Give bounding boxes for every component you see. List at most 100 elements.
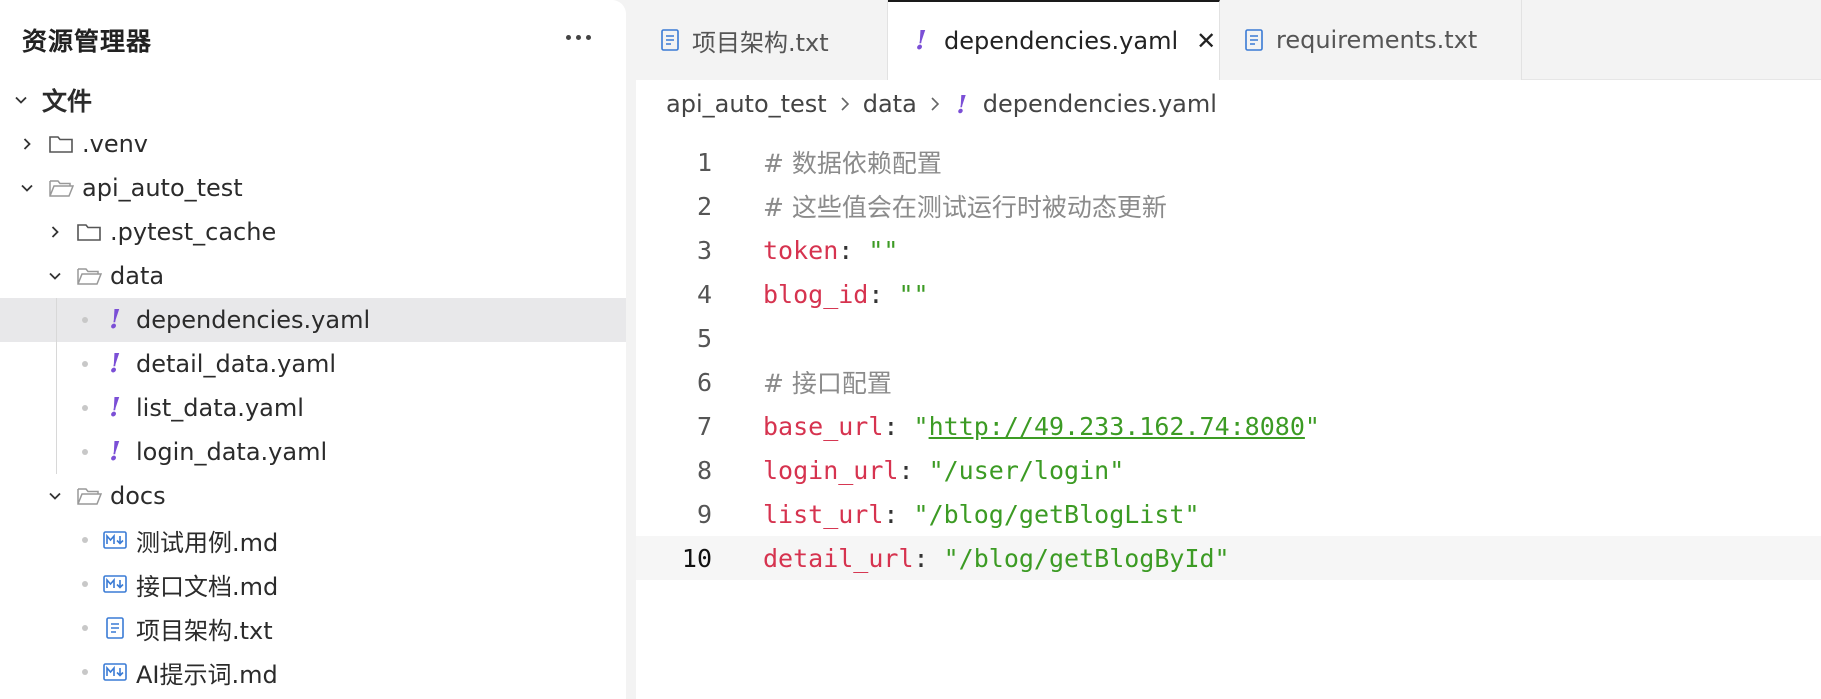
tree-item-label: 接口文档.md xyxy=(136,572,279,601)
code-line: 4 blog_id: "" xyxy=(636,272,1821,316)
yaml-colon: : xyxy=(838,235,869,265)
tab-label: 项目架构.txt xyxy=(692,28,829,57)
tree-folder-venv[interactable]: .venv xyxy=(0,122,626,166)
yaml-value: "/user/login" xyxy=(928,455,1125,485)
tree-root-files[interactable]: 文件 xyxy=(0,78,626,122)
tree-file-login-data-yaml[interactable]: ! login_data.yaml xyxy=(0,430,626,474)
tree-item-label: AI提示词.md xyxy=(136,660,278,689)
code-line: 9 list_url: "/blog/getBlogList" xyxy=(636,492,1821,536)
yaml-file-icon: ! xyxy=(915,26,927,56)
tree-file-architecture-txt[interactable]: 项目架构.txt xyxy=(0,606,626,650)
tree-file-test-cases-md[interactable]: 测试用例.md xyxy=(0,518,626,562)
more-actions-icon[interactable] xyxy=(558,20,598,54)
tree-folder-api-auto-test[interactable]: api_auto_test xyxy=(0,166,626,210)
tree-file-detail-data-yaml[interactable]: ! detail_data.yaml xyxy=(0,342,626,386)
tab-requirements-txt[interactable]: requirements.txt xyxy=(1220,0,1522,80)
chevron-down-icon xyxy=(12,91,30,109)
folder-open-icon xyxy=(76,485,102,507)
breadcrumb-item[interactable]: dependencies.yaml xyxy=(983,90,1217,118)
indent-guide xyxy=(56,298,57,342)
tree-item-label: docs xyxy=(110,482,166,510)
explorer-title: 资源管理器 xyxy=(22,27,153,56)
bullet-icon xyxy=(76,443,94,461)
folder-icon xyxy=(76,221,102,243)
yaml-file-icon: ! xyxy=(956,89,968,119)
tree-item-label: api_auto_test xyxy=(82,174,243,202)
line-number: 4 xyxy=(696,279,712,309)
yaml-file-icon: ! xyxy=(109,393,121,423)
tree-item-label: 项目架构.txt xyxy=(136,616,273,645)
yaml-colon: : xyxy=(883,411,914,441)
explorer-sidebar: 资源管理器 文件 .venv api_auto_test .pytest_cac… xyxy=(0,0,626,699)
bullet-icon xyxy=(76,619,94,637)
tree-file-api-doc-md[interactable]: 接口文档.md xyxy=(0,562,626,606)
tree-file-ai-prompt-md[interactable]: AI提示词.md xyxy=(0,650,626,694)
breadcrumb: api_auto_test data ! dependencies.yaml xyxy=(666,84,1217,124)
chevron-right-icon xyxy=(18,135,36,153)
markdown-file-icon xyxy=(102,529,128,551)
chevron-right-icon xyxy=(929,96,941,112)
code-editor[interactable]: 1 # 数据依赖配置 2 # 这些值会在测试运行时被动态更新 3 token: … xyxy=(636,140,1821,580)
breadcrumb-item[interactable]: api_auto_test xyxy=(666,90,827,118)
code-comment: # 数据依赖配置 xyxy=(763,149,942,178)
yaml-key: login_url xyxy=(763,455,899,485)
yaml-key: base_url xyxy=(763,411,884,441)
code-line: 3 token: "" xyxy=(636,228,1821,272)
yaml-key: token xyxy=(763,235,839,265)
line-number: 1 xyxy=(696,147,712,177)
text-file-icon xyxy=(102,617,128,639)
code-line: 6 # 接口配置 xyxy=(636,360,1821,404)
code-line: 1 # 数据依赖配置 xyxy=(636,140,1821,184)
yaml-colon: : xyxy=(868,279,899,309)
bullet-icon xyxy=(76,663,94,681)
tree-file-list-data-yaml[interactable]: ! list_data.yaml xyxy=(0,386,626,430)
code-comment: # 这些值会在测试运行时被动态更新 xyxy=(763,193,1167,222)
editor-tabs: 项目架构.txt ! dependencies.yaml ✕ requireme… xyxy=(636,0,1821,80)
tree-item-label: 测试用例.md xyxy=(136,528,279,557)
yaml-colon: : xyxy=(898,455,929,485)
code-line: 2 # 这些值会在测试运行时被动态更新 xyxy=(636,184,1821,228)
tree-file-dependencies-yaml[interactable]: ! dependencies.yaml xyxy=(0,298,626,342)
url-link[interactable]: http://49.233.162.74:8080 xyxy=(929,412,1305,441)
tree-item-label: .venv xyxy=(82,130,149,158)
folder-icon xyxy=(48,133,74,155)
tab-label: requirements.txt xyxy=(1276,26,1478,54)
indent-guide xyxy=(56,342,57,386)
yaml-file-icon: ! xyxy=(109,305,121,335)
chevron-right-icon xyxy=(46,223,64,241)
line-number: 2 xyxy=(696,191,712,221)
panel-divider[interactable] xyxy=(626,0,636,699)
tabs-empty-area xyxy=(1522,0,1821,80)
yaml-quote: " xyxy=(913,411,929,441)
yaml-value: "" xyxy=(898,279,929,309)
text-file-icon xyxy=(1244,29,1264,51)
tree-folder-data[interactable]: data xyxy=(0,254,626,298)
tab-architecture-txt[interactable]: 项目架构.txt xyxy=(636,0,888,80)
yaml-value: "" xyxy=(868,235,899,265)
folder-open-icon xyxy=(48,177,74,199)
tree-item-label: data xyxy=(110,262,165,290)
close-icon[interactable]: ✕ xyxy=(1196,27,1216,55)
tree-folder-pytest-cache[interactable]: .pytest_cache xyxy=(0,210,626,254)
yaml-key: blog_id xyxy=(763,279,869,309)
bullet-icon xyxy=(76,575,94,593)
line-number: 5 xyxy=(696,323,712,353)
yaml-file-icon: ! xyxy=(109,349,121,379)
yaml-value: "/blog/getBlogList" xyxy=(913,499,1200,529)
yaml-colon: : xyxy=(913,543,944,573)
tree-root-label: 文件 xyxy=(42,87,93,116)
tab-label: dependencies.yaml xyxy=(944,27,1179,55)
code-line: 5 xyxy=(636,316,1821,360)
tab-dependencies-yaml[interactable]: ! dependencies.yaml ✕ xyxy=(888,0,1220,80)
tree-folder-docs[interactable]: docs xyxy=(0,474,626,518)
code-comment: # 接口配置 xyxy=(763,369,892,398)
yaml-key: detail_url xyxy=(763,543,914,573)
breadcrumb-item[interactable]: data xyxy=(863,90,917,118)
line-number: 8 xyxy=(696,455,712,485)
yaml-colon: : xyxy=(883,499,914,529)
tree-item-label: detail_data.yaml xyxy=(136,350,337,378)
folder-open-icon xyxy=(76,265,102,287)
tree-item-label: list_data.yaml xyxy=(136,394,304,422)
line-number: 9 xyxy=(696,499,712,529)
file-tree: 文件 .venv api_auto_test .pytest_cache dat… xyxy=(0,78,626,694)
